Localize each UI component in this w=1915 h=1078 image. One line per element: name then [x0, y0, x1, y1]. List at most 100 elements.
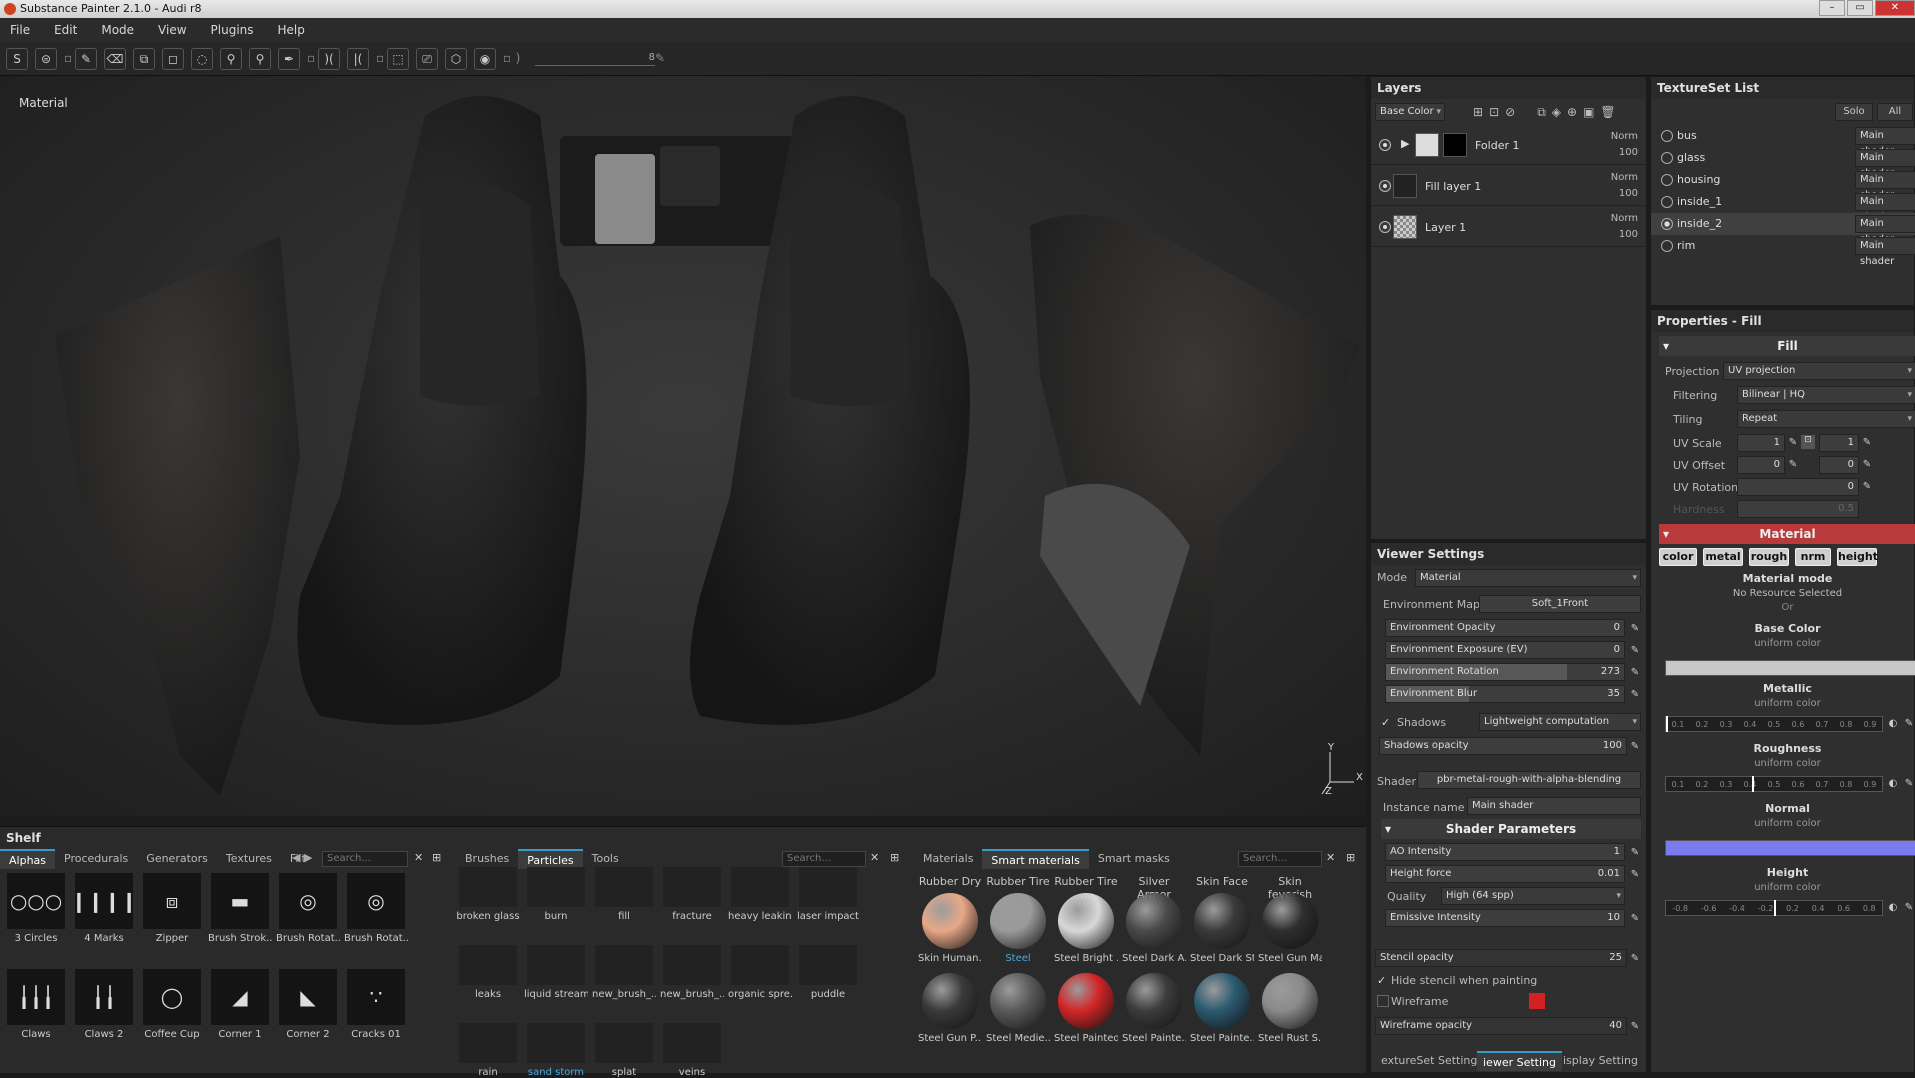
material-section-header[interactable]: ▾ Material — [1659, 524, 1915, 544]
edit-value-icon[interactable]: ✎ — [1903, 778, 1915, 790]
shelf-item[interactable]: ▬ Brush Strok... — [208, 873, 272, 944]
menu-help[interactable]: Help — [278, 23, 305, 37]
edit-value-icon[interactable]: ✎ — [655, 48, 665, 70]
env-rotation-slider[interactable]: Environment Rotation 273 — [1385, 663, 1625, 681]
shelf-item[interactable]: sand storm — [524, 1023, 588, 1078]
menu-file[interactable]: File — [10, 23, 30, 37]
shader-button[interactable]: Main shader — [1855, 215, 1915, 245]
edit-value-icon[interactable]: ✎ — [1629, 741, 1641, 753]
tab-textures[interactable]: Textures — [217, 849, 281, 869]
layer-row[interactable]: Layer 1 Norm 100 — [1371, 207, 1646, 247]
tab-procedurals[interactable]: Procedurals — [55, 849, 137, 869]
edit-value-icon[interactable]: ✎ — [1903, 718, 1915, 730]
shelf-item[interactable]: laser impact — [796, 867, 860, 922]
shadows-dropdown[interactable]: Lightweight computation — [1479, 713, 1641, 731]
clear-search-icon[interactable]: ✕ — [414, 851, 423, 864]
shelf-item[interactable]: ⧈ Zipper — [140, 873, 204, 944]
add-folder-icon[interactable]: ⊕ — [1567, 105, 1577, 120]
radio-selected-icon[interactable] — [1661, 218, 1673, 230]
fill-section-header[interactable]: ▾ Fill — [1659, 336, 1915, 356]
shelf-item[interactable]: ❙❙❙❙ 4 Marks — [70, 873, 138, 944]
add-mask-icon[interactable]: ⊡ — [1489, 105, 1499, 120]
textureset-item[interactable]: bus Main shader — [1651, 125, 1915, 157]
radio-icon[interactable] — [1661, 196, 1673, 208]
tab-alphas[interactable]: Alphas — [0, 849, 56, 869]
clone-stamp-icon[interactable]: ⚲ — [220, 47, 242, 70]
shelf-item[interactable]: ○○○ 3 Circles — [4, 873, 68, 944]
tab-materials[interactable]: Materials — [914, 849, 982, 869]
shelf-item[interactable]: Steel Painte... — [1122, 973, 1186, 1044]
base-color-swatch[interactable] — [1665, 660, 1915, 676]
shader-params-header[interactable]: ▾ Shader Parameters — [1381, 819, 1641, 839]
channel-color-button[interactable]: color — [1659, 548, 1697, 566]
shelf-item[interactable]: Steel Gun P... — [918, 973, 982, 1044]
material-picker-icon[interactable]: ⚲ — [249, 47, 271, 70]
channel-nrm-button[interactable]: nrm — [1795, 548, 1831, 566]
add-effect-icon[interactable]: ⊞ — [1473, 105, 1483, 120]
shelf-item[interactable]: Steel Dark A... — [1122, 893, 1186, 964]
emissive-slider[interactable]: Emissive Intensity 10 — [1385, 909, 1625, 927]
shelf-item[interactable]: ╽╽╽ Claws — [4, 969, 68, 1040]
layer-row[interactable]: Fill layer 1 Norm 100 — [1371, 166, 1646, 206]
shelf-item[interactable]: leaks — [456, 945, 520, 1000]
layer-name[interactable]: Folder 1 — [1475, 139, 1520, 152]
no-resource-label[interactable]: No Resource Selected — [1659, 588, 1915, 599]
channel-height-button[interactable]: height — [1837, 548, 1878, 566]
shelf-item[interactable]: puddle — [796, 945, 860, 1000]
lock-icon[interactable]: ⊡ — [1801, 435, 1815, 449]
edit-value-icon[interactable]: ✎ — [1787, 459, 1799, 471]
color-picker-icon[interactable]: ✒ — [278, 47, 300, 70]
edit-value-icon[interactable]: ✎ — [1629, 847, 1641, 859]
filtering-dropdown[interactable]: Bilinear | HQ — [1737, 386, 1915, 404]
3d-viewport[interactable]: Y X Z — [0, 76, 1366, 816]
shelf-item[interactable]: ∵ Cracks 01 — [344, 969, 408, 1040]
visibility-eye-icon[interactable] — [1379, 221, 1391, 233]
brush-size-slider[interactable]: 8 — [535, 52, 655, 66]
mesh-icon[interactable]: ⬡ — [445, 47, 467, 70]
visibility-eye-icon[interactable] — [1379, 180, 1391, 192]
tab-generators[interactable]: Generators — [137, 849, 217, 869]
tiling-dropdown[interactable]: Repeat — [1737, 410, 1915, 428]
save-icon[interactable]: ⊜ — [35, 47, 57, 70]
edit-value-icon[interactable]: ✎ — [1861, 459, 1873, 471]
delete-icon[interactable]: 🗑 — [1600, 105, 1615, 120]
projection-icon[interactable]: ⧉ — [133, 47, 155, 70]
contrast-icon[interactable]: ◐ — [1887, 718, 1899, 730]
layer-opacity[interactable]: 100 — [1619, 147, 1638, 158]
slider-handle[interactable] — [1752, 776, 1755, 792]
height-force-slider[interactable]: Height force 0.01 — [1385, 865, 1625, 883]
shelf-item[interactable]: Skin Human... — [918, 893, 982, 964]
edit-value-icon[interactable]: ✎ — [1861, 481, 1873, 493]
channel-dropdown[interactable]: Base Color — [1375, 103, 1445, 121]
shelf-item[interactable]: ◎ Brush Rotat... — [276, 873, 340, 944]
roughness-slider[interactable]: 0.1 0.2 0.3 0.4 0.5 0.6 0.7 0.8 0.9 — [1665, 776, 1883, 792]
smudge-icon[interactable]: ◌ — [191, 47, 213, 70]
channel-rough-button[interactable]: rough — [1749, 548, 1789, 566]
height-slider[interactable]: -0.8 -0.6 -0.4 -0.2 0.2 0.4 0.6 0.8 — [1665, 900, 1883, 916]
edit-value-icon[interactable]: ✎ — [1861, 437, 1873, 449]
shader-button[interactable]: Main shader — [1855, 193, 1915, 223]
projection-dropdown[interactable]: UV projection — [1723, 362, 1915, 380]
wireframe-color-swatch[interactable] — [1529, 993, 1545, 1009]
shadows-opacity-slider[interactable]: Shadows opacity 100 — [1379, 737, 1627, 755]
mode-dropdown[interactable]: Material — [1415, 569, 1641, 587]
shader-button[interactable]: Main shader — [1855, 149, 1915, 179]
shelf-item[interactable]: Steel Painte... — [1190, 973, 1254, 1044]
screenshot-icon[interactable]: ◉ — [474, 47, 496, 70]
menu-edit[interactable]: Edit — [54, 23, 77, 37]
menu-plugins[interactable]: Plugins — [211, 23, 254, 37]
textureset-item-selected[interactable]: inside_2 Main shader — [1651, 213, 1915, 245]
shelf-item[interactable]: broken glass — [456, 867, 520, 922]
tab-viewer-settings[interactable]: iewer Setting — [1477, 1051, 1562, 1071]
uvoffset-x-field[interactable]: 0 — [1737, 456, 1785, 474]
slider-handle[interactable] — [1774, 900, 1776, 916]
search-alphas[interactable]: Search... — [322, 851, 408, 867]
shelf-item[interactable]: Steel Gun Mat — [1258, 893, 1322, 964]
hardness-slider[interactable]: 0.5 — [1737, 500, 1859, 518]
search-materials[interactable]: Search... — [1238, 851, 1322, 867]
polygon-fill-icon[interactable]: ◻ — [162, 47, 184, 70]
shelf-item[interactable]: ◣ Corner 2 — [276, 969, 340, 1040]
paint-brush-icon[interactable]: ✎ — [75, 47, 97, 70]
maximize-button[interactable]: ▭ — [1847, 0, 1873, 16]
radio-icon[interactable] — [1661, 152, 1673, 164]
